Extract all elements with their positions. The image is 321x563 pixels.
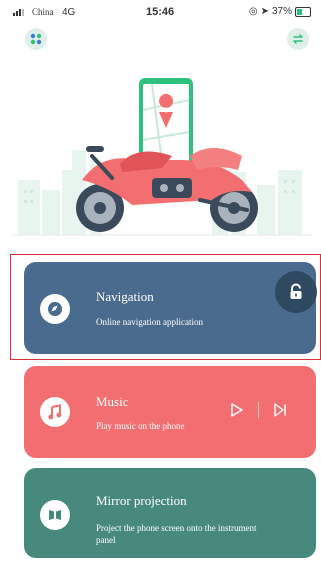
menu-button[interactable]	[25, 28, 47, 50]
signal-icon	[13, 9, 24, 16]
grid-menu-icon	[30, 33, 42, 45]
arrow-icon: ➤	[260, 6, 269, 17]
location-icon: ◎	[248, 6, 258, 17]
motorcycle-illustration	[12, 60, 312, 240]
clock: 15:46	[146, 6, 175, 18]
mirror-icon-badge	[40, 500, 70, 530]
carrier-name: China	[32, 7, 54, 17]
lock-button[interactable]	[275, 271, 317, 313]
switch-button[interactable]	[287, 28, 309, 50]
navigation-card[interactable]: Navigation Online navigation application	[24, 262, 316, 354]
navigation-title: Navigation	[96, 289, 154, 304]
music-icon-badge	[40, 397, 70, 427]
lock-icon	[290, 283, 302, 299]
navigation-subtitle: Online navigation application	[96, 317, 203, 327]
battery-icon	[295, 6, 311, 17]
music-title: Music	[96, 394, 129, 409]
battery-percent: 37%	[271, 6, 292, 17]
media-separator	[258, 402, 259, 418]
switch-icon	[293, 34, 303, 44]
media-controls	[230, 402, 287, 418]
music-subtitle: Play music on the phone	[96, 421, 185, 431]
mirror-projection-card[interactable]: Mirror projection Project the phone scre…	[24, 468, 316, 558]
network-type: 4G	[62, 7, 76, 18]
mirror-projection-icon	[49, 510, 61, 520]
mirror-subtitle: Project the phone screen onto the instru…	[96, 523, 257, 545]
home-screen: China 4G 15:46 ◎ ➤ 37% Navigation Online…	[0, 0, 321, 563]
play-button[interactable]	[230, 402, 244, 418]
music-note-icon	[48, 404, 62, 420]
navigation-compass-icon	[48, 302, 62, 316]
status-right-icons: ◎ ➤ 37%	[249, 6, 311, 17]
mirror-title: Mirror projection	[96, 493, 187, 508]
next-button[interactable]	[273, 402, 287, 418]
navigation-icon-badge	[40, 294, 70, 324]
status-bar: China 4G 15:46 ◎ ➤ 37%	[0, 0, 321, 26]
